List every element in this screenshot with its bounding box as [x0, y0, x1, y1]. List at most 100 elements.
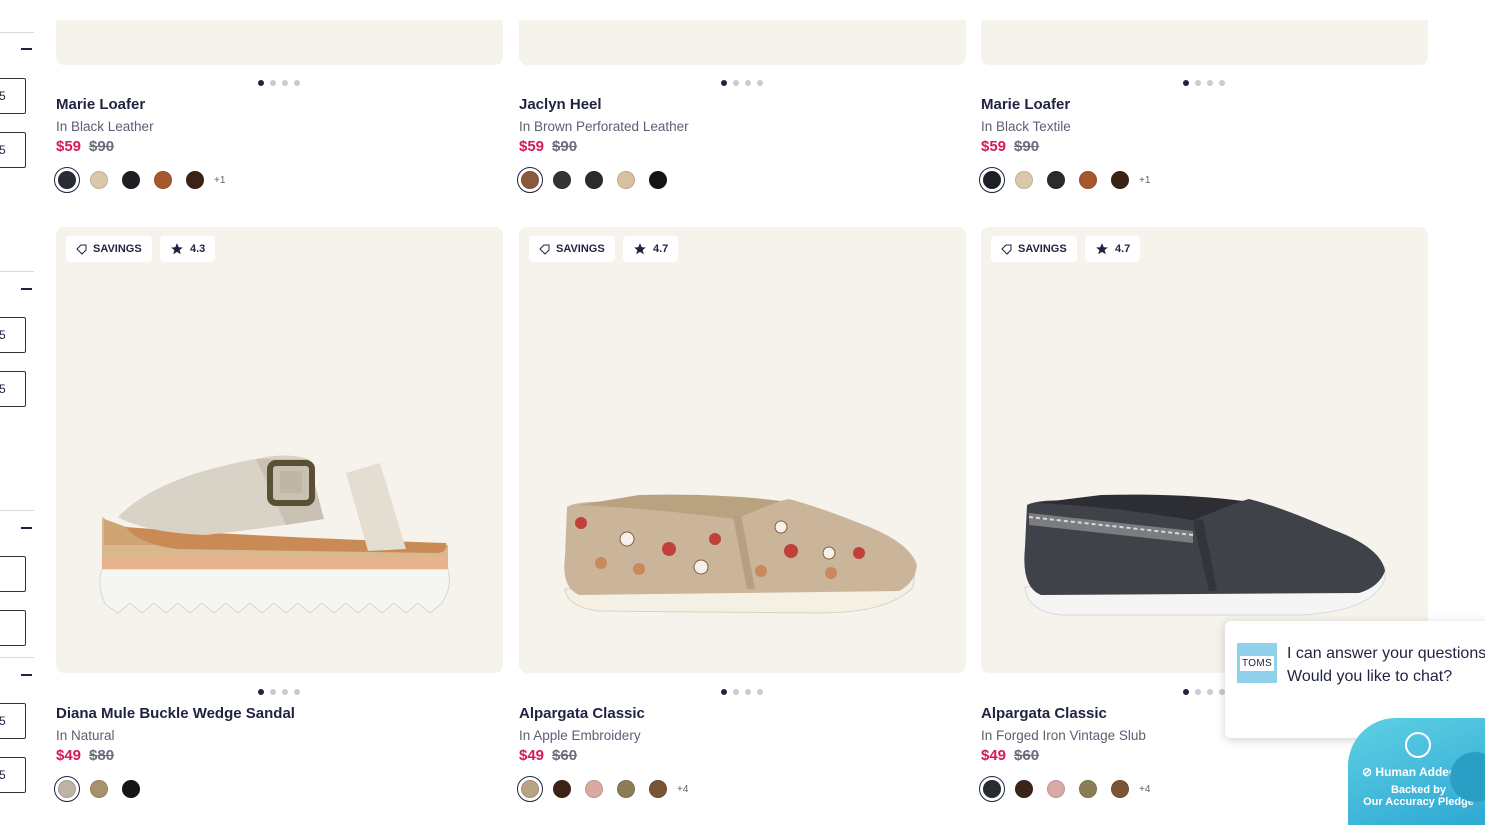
- product-name[interactable]: Diana Mule Buckle Wedge Sandal: [56, 705, 295, 722]
- color-swatch[interactable]: [581, 167, 607, 193]
- savings-label: SAVINGS: [1018, 243, 1067, 255]
- color-swatch[interactable]: [182, 167, 208, 193]
- swatch-color: [553, 171, 571, 189]
- carousel-dot[interactable]: [1207, 689, 1213, 695]
- more-colors-count[interactable]: +1: [214, 175, 225, 186]
- color-swatches: +4: [517, 776, 688, 802]
- color-swatch[interactable]: [645, 167, 671, 193]
- carousel-dots[interactable]: [1183, 689, 1225, 695]
- carousel-dots[interactable]: [258, 689, 300, 695]
- logo-text: TOMS: [1240, 655, 1274, 671]
- carousel-dot[interactable]: [721, 689, 727, 695]
- color-swatch[interactable]: [86, 167, 112, 193]
- color-swatch[interactable]: [517, 776, 543, 802]
- color-swatch[interactable]: [1043, 776, 1069, 802]
- collapse-minus-icon[interactable]: [21, 527, 32, 529]
- filter-option-box[interactable]: 5: [0, 757, 26, 793]
- chat-message[interactable]: I can answer your questions. Would you l…: [1287, 643, 1485, 688]
- carousel-dot[interactable]: [294, 689, 300, 695]
- color-swatch[interactable]: [118, 167, 144, 193]
- carousel-dot[interactable]: [1195, 689, 1201, 695]
- filter-option-box[interactable]: 5: [0, 132, 26, 168]
- carousel-dot[interactable]: [1183, 80, 1189, 86]
- color-swatch[interactable]: [1107, 776, 1133, 802]
- carousel-dot[interactable]: [282, 80, 288, 86]
- carousel-dot[interactable]: [721, 80, 727, 86]
- rating-badge: 4.7: [623, 236, 679, 262]
- color-swatch[interactable]: [549, 776, 575, 802]
- filter-option-box[interactable]: 5: [0, 317, 26, 353]
- carousel-dots[interactable]: [721, 689, 763, 695]
- filter-option-box[interactable]: 5: [0, 78, 26, 114]
- color-swatch[interactable]: [1075, 776, 1101, 802]
- filter-sidebar: 5 5 5 5 5 5: [0, 0, 34, 825]
- carousel-dots[interactable]: [1183, 80, 1225, 86]
- more-colors-count[interactable]: +4: [677, 784, 688, 795]
- color-swatch[interactable]: [1075, 167, 1101, 193]
- price-row: $49 $80: [56, 747, 114, 764]
- product-name[interactable]: Marie Loafer: [981, 96, 1070, 113]
- carousel-dot[interactable]: [258, 80, 264, 86]
- color-swatch[interactable]: [118, 776, 144, 802]
- product-name[interactable]: Alpargata Classic: [519, 705, 645, 722]
- collapse-minus-icon[interactable]: [21, 674, 32, 676]
- home-shield-icon: [1405, 732, 1431, 758]
- filter-option-box[interactable]: [0, 610, 26, 646]
- color-swatch[interactable]: [1043, 167, 1069, 193]
- price-row: $59 $90: [56, 138, 114, 155]
- carousel-dot[interactable]: [270, 80, 276, 86]
- carousel-dot[interactable]: [258, 689, 264, 695]
- color-swatch[interactable]: [517, 167, 543, 193]
- color-swatch[interactable]: [1011, 776, 1037, 802]
- color-swatch[interactable]: [645, 776, 671, 802]
- carousel-dot[interactable]: [1183, 689, 1189, 695]
- collapse-minus-icon[interactable]: [21, 48, 32, 50]
- product-name[interactable]: Alpargata Classic: [981, 705, 1107, 722]
- color-swatch[interactable]: [86, 776, 112, 802]
- carousel-dot[interactable]: [282, 689, 288, 695]
- swatch-color: [585, 171, 603, 189]
- color-swatch[interactable]: [54, 776, 80, 802]
- swatch-color: [983, 171, 1001, 189]
- product-image[interactable]: [519, 20, 966, 65]
- color-swatch[interactable]: [979, 167, 1005, 193]
- color-swatch[interactable]: [549, 167, 575, 193]
- color-swatch[interactable]: [979, 776, 1005, 802]
- color-swatch[interactable]: [54, 167, 80, 193]
- product-name[interactable]: Marie Loafer: [56, 96, 145, 113]
- carousel-dot[interactable]: [757, 80, 763, 86]
- carousel-dot[interactable]: [745, 689, 751, 695]
- product-name[interactable]: Jaclyn Heel: [519, 96, 602, 113]
- carousel-dot[interactable]: [733, 689, 739, 695]
- color-swatch[interactable]: [1011, 167, 1037, 193]
- carousel-dot[interactable]: [1195, 80, 1201, 86]
- product-image[interactable]: [981, 20, 1428, 65]
- product-image[interactable]: [56, 20, 503, 65]
- more-colors-count[interactable]: +4: [1139, 784, 1150, 795]
- swatch-color: [521, 171, 539, 189]
- filter-option-box[interactable]: 5: [0, 371, 26, 407]
- filter-option-box[interactable]: [0, 556, 26, 592]
- original-price: $60: [552, 747, 578, 764]
- filter-divider: [0, 510, 34, 511]
- carousel-dot[interactable]: [745, 80, 751, 86]
- color-swatch[interactable]: [613, 776, 639, 802]
- carousel-dots[interactable]: [721, 80, 763, 86]
- color-swatch[interactable]: [1107, 167, 1133, 193]
- carousel-dot[interactable]: [1207, 80, 1213, 86]
- more-colors-count[interactable]: +1: [1139, 175, 1150, 186]
- color-swatch[interactable]: [150, 167, 176, 193]
- carousel-dots[interactable]: [258, 80, 300, 86]
- product-image[interactable]: [56, 227, 503, 673]
- carousel-dot[interactable]: [757, 689, 763, 695]
- color-swatch[interactable]: [613, 167, 639, 193]
- carousel-dot[interactable]: [733, 80, 739, 86]
- filter-option-box[interactable]: 5: [0, 703, 26, 739]
- carousel-dot[interactable]: [270, 689, 276, 695]
- color-swatch[interactable]: [581, 776, 607, 802]
- product-image[interactable]: [519, 227, 966, 673]
- product-image[interactable]: [981, 227, 1428, 673]
- carousel-dot[interactable]: [294, 80, 300, 86]
- collapse-minus-icon[interactable]: [21, 288, 32, 290]
- carousel-dot[interactable]: [1219, 80, 1225, 86]
